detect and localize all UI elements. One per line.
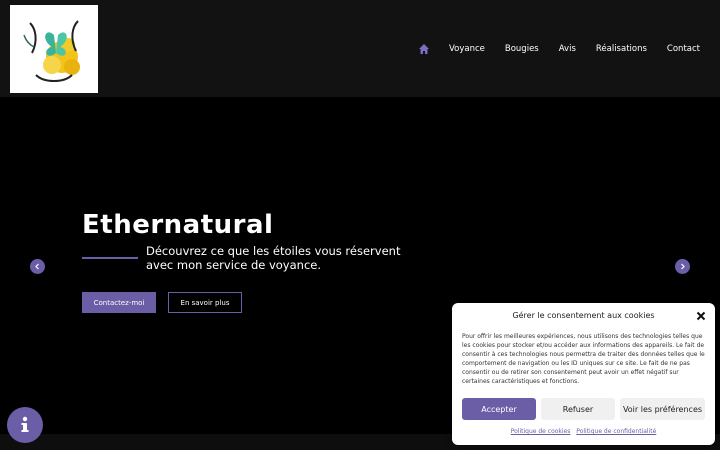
cookie-dialog-text: Pour offrir les meilleures expériences, … xyxy=(462,333,705,385)
refuse-cookies-button[interactable]: Refuser xyxy=(541,398,615,420)
info-icon xyxy=(21,416,29,432)
cookie-consent-dialog: Gérer le consentement aux cookies Pour o… xyxy=(452,303,715,445)
chevron-right-icon xyxy=(681,263,685,270)
hero-subtitle: Découvrez ce que les étoiles vous réserv… xyxy=(146,244,401,272)
nav-voyance[interactable]: Voyance xyxy=(449,44,485,54)
nav-avis[interactable]: Avis xyxy=(559,44,576,54)
learn-more-button[interactable]: En savoir plus xyxy=(168,292,242,313)
chevron-left-icon xyxy=(35,263,39,270)
hero-divider xyxy=(82,257,138,259)
logo-artwork xyxy=(10,5,98,93)
cookie-policy-links: Politique de cookies Politique de confid… xyxy=(452,428,715,435)
slider-prev-button[interactable] xyxy=(30,259,45,274)
home-icon[interactable] xyxy=(418,43,430,55)
cookie-policy-link[interactable]: Politique de cookies xyxy=(511,428,571,435)
accessibility-info-button[interactable] xyxy=(7,407,43,443)
main-nav: Voyance Bougies Avis Réalisations Contac… xyxy=(418,43,700,55)
hero-title: Ethernatural xyxy=(82,210,274,240)
slider-next-button[interactable] xyxy=(675,259,690,274)
privacy-policy-link[interactable]: Politique de confidentialité xyxy=(576,428,656,435)
site-header: Voyance Bougies Avis Réalisations Contac… xyxy=(0,0,720,97)
nav-bougies[interactable]: Bougies xyxy=(505,44,539,54)
nav-realisations[interactable]: Réalisations xyxy=(596,44,647,54)
view-preferences-button[interactable]: Voir les préférences xyxy=(620,398,705,420)
contact-button[interactable]: Contactez-moi xyxy=(82,292,156,313)
nav-contact[interactable]: Contact xyxy=(667,44,700,54)
accept-cookies-button[interactable]: Accepter xyxy=(462,398,536,420)
close-icon[interactable] xyxy=(696,311,706,321)
cookie-dialog-title: Gérer le consentement aux cookies xyxy=(512,311,655,320)
site-logo[interactable] xyxy=(10,5,98,93)
